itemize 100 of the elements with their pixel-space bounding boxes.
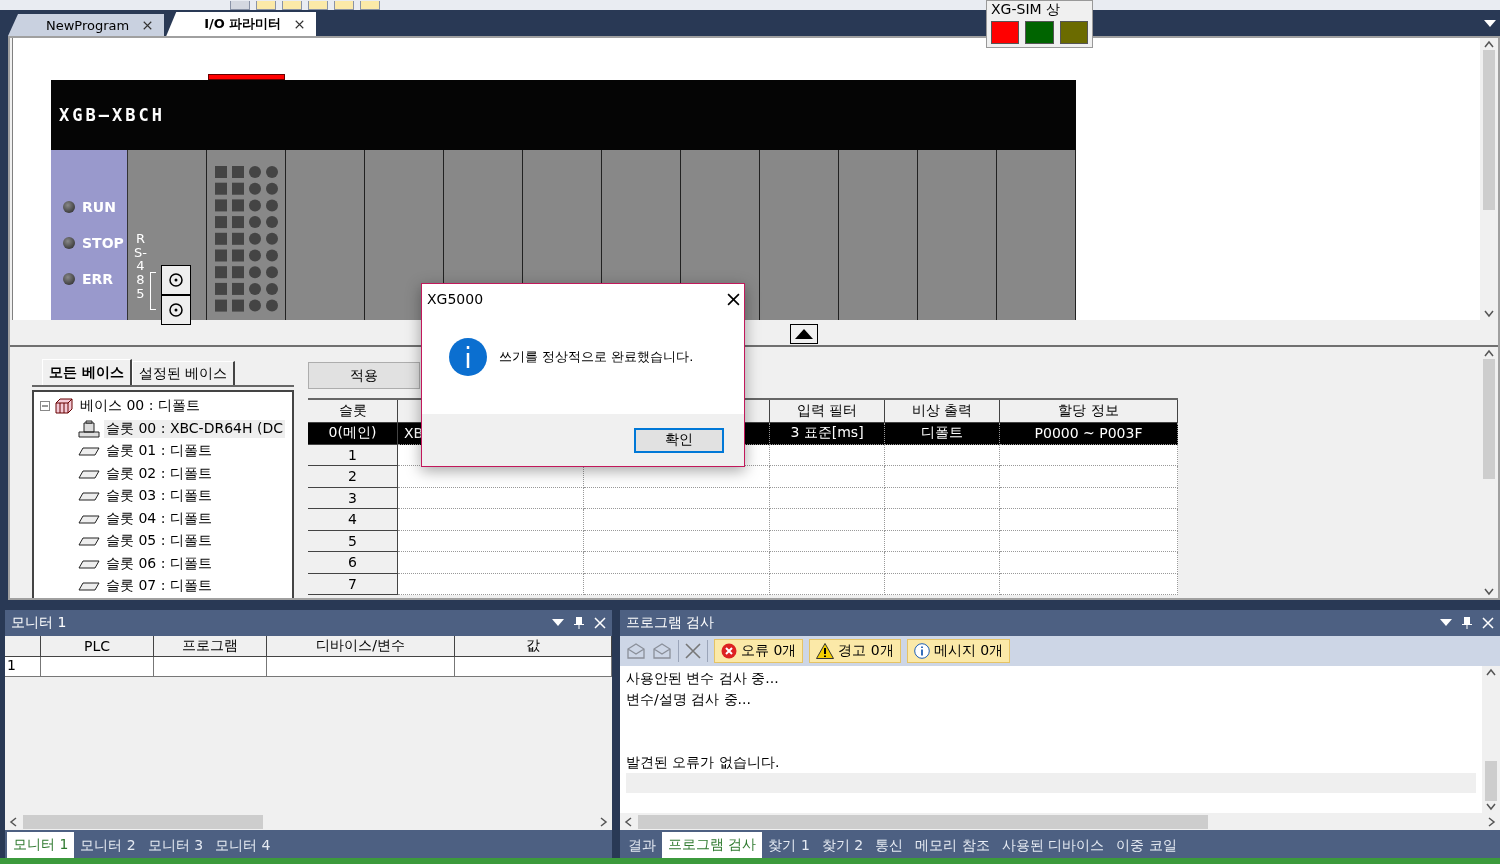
- dropdown-icon[interactable]: [552, 619, 564, 627]
- column-header: 할당 정보: [1000, 400, 1178, 423]
- scrollbar[interactable]: [1480, 38, 1498, 320]
- window-title: XG-SIM 상: [991, 1, 1062, 19]
- document-tab[interactable]: NewProgram: [8, 14, 165, 36]
- collapse-button[interactable]: [790, 324, 818, 344]
- tree-item[interactable]: 슬롯 06 : 디폴트: [104, 554, 214, 573]
- dropdown-icon[interactable]: [1440, 619, 1452, 627]
- filter-button[interactable]: 메시지 0개: [906, 639, 1011, 663]
- base-tab[interactable]: 모든 베이스: [42, 359, 132, 385]
- table-cell: P0000 ~ P003F: [1000, 423, 1178, 445]
- panel-tab[interactable]: 프로그램 검사: [662, 832, 763, 858]
- scroll-thumb[interactable]: [1483, 359, 1495, 479]
- column-header: 디바이스/변수: [267, 636, 455, 657]
- table-cell: 디폴트: [885, 423, 1000, 445]
- tree-item[interactable]: 슬롯 07 : 디폴트: [104, 577, 214, 596]
- close-icon[interactable]: [143, 20, 153, 30]
- panel-tab[interactable]: 찾기 2: [815, 834, 870, 858]
- tree-item[interactable]: 슬롯 01 : 디폴트: [104, 442, 214, 461]
- tree-item[interactable]: 베이스 00 : 디폴트: [78, 397, 202, 416]
- card-icon: [78, 581, 100, 592]
- tree-item[interactable]: 슬롯 05 : 디폴트: [104, 532, 214, 551]
- module-icon: [54, 398, 74, 415]
- info-icon: [449, 338, 487, 376]
- card-icon: [78, 491, 100, 502]
- led-label: RUN: [82, 199, 116, 215]
- tree-item[interactable]: 슬롯 02 : 디폴트: [104, 464, 214, 483]
- panel-tab[interactable]: 모니터 2: [74, 834, 142, 858]
- info-icon: [913, 643, 930, 659]
- column-header: 비상 출력: [885, 400, 1000, 423]
- scroll-thumb[interactable]: [1483, 50, 1495, 210]
- message-line: 발견된 오류가 없습니다.: [626, 752, 781, 772]
- close-icon[interactable]: [295, 19, 305, 29]
- scroll-thumb[interactable]: [638, 814, 1208, 829]
- card-icon: [78, 513, 100, 524]
- card-icon: [78, 558, 100, 569]
- row-header[interactable]: 7: [308, 573, 398, 595]
- card-icon: [78, 536, 100, 547]
- toolbar-button[interactable]: [256, 1, 276, 10]
- toolbar-button[interactable]: [360, 1, 380, 10]
- toolbar-button[interactable]: [334, 1, 354, 10]
- led-label: ERR: [82, 271, 114, 287]
- filter-button[interactable]: 오류 0개: [714, 639, 804, 663]
- toolbar-button[interactable]: [282, 1, 302, 10]
- table-cell: 3 표준[ms]: [770, 423, 885, 445]
- panel-tab[interactable]: 찾기 1: [762, 834, 816, 858]
- panel-tab[interactable]: 사용된 디바이스: [995, 834, 1111, 858]
- tree-item[interactable]: 슬롯 03 : 디폴트: [104, 487, 214, 506]
- column-header: [5, 636, 41, 657]
- scrollbar[interactable]: [1480, 347, 1498, 598]
- panel-tab[interactable]: 모니터 1: [7, 832, 75, 858]
- panel-title: 모니터 1: [11, 614, 67, 632]
- panel-tab[interactable]: 메모리 참조: [909, 834, 996, 858]
- pin-icon[interactable]: [1462, 617, 1472, 629]
- dialog-message: 쓰기를 정상적으로 완료했습니다.: [499, 348, 694, 366]
- row-header[interactable]: 5: [308, 530, 398, 552]
- dropdown-icon[interactable]: [1484, 20, 1496, 27]
- led-icon: [63, 237, 75, 249]
- row-header[interactable]: 0(메인): [308, 423, 398, 445]
- apply-button[interactable]: 적용: [308, 362, 420, 389]
- row-number: 1: [5, 657, 41, 677]
- port-icon: [161, 295, 191, 325]
- panel-tab[interactable]: 이중 코일: [1110, 834, 1183, 858]
- row-header[interactable]: 3: [308, 487, 398, 509]
- pin-icon[interactable]: [574, 617, 584, 629]
- row-header[interactable]: 4: [308, 509, 398, 531]
- row-header[interactable]: 2: [308, 466, 398, 488]
- row-header[interactable]: 6: [308, 552, 398, 574]
- ok-button[interactable]: 확인: [634, 427, 724, 453]
- panel-tab[interactable]: 모니터 4: [209, 834, 277, 858]
- column-header: 프로그램: [154, 636, 267, 657]
- close-icon[interactable]: [727, 292, 740, 306]
- panel-title: 프로그램 검사: [626, 614, 715, 632]
- panel-tab[interactable]: 모니터 3: [141, 834, 210, 858]
- led-icon: [63, 273, 75, 285]
- cpu-icon: [78, 419, 100, 438]
- column-header: PLC: [41, 636, 154, 657]
- port-label: RS-485: [134, 232, 147, 301]
- led-icon: [63, 201, 75, 213]
- port-icon: [161, 265, 191, 295]
- filter-button[interactable]: 경고 0개: [809, 639, 901, 663]
- base-tab[interactable]: 설정된 베이스: [131, 361, 236, 385]
- document-tab[interactable]: I/O 파라미터: [166, 12, 317, 36]
- panel-tab[interactable]: 통신: [869, 834, 910, 858]
- led-label: STOP: [82, 235, 124, 251]
- dialog-title: XG5000: [427, 291, 484, 307]
- column-header: 슬롯: [308, 400, 398, 423]
- tree-item[interactable]: 슬롯 00 : XBC-DR64H (DC: [104, 419, 285, 438]
- panel-tab[interactable]: 결과: [622, 834, 662, 858]
- warning-icon: [816, 643, 835, 659]
- scrollbar[interactable]: [1482, 666, 1500, 813]
- toolbar-button[interactable]: [308, 1, 328, 10]
- scroll-thumb[interactable]: [23, 814, 263, 829]
- message-line: 변수/설명 검사 중...: [626, 689, 752, 709]
- collapse-icon[interactable]: [40, 401, 50, 412]
- clear-icon[interactable]: [685, 643, 701, 659]
- scroll-thumb[interactable]: [1485, 761, 1497, 801]
- tree-item[interactable]: 슬롯 04 : 디폴트: [104, 509, 214, 528]
- card-icon: [78, 446, 100, 457]
- row-header[interactable]: 1: [308, 444, 398, 466]
